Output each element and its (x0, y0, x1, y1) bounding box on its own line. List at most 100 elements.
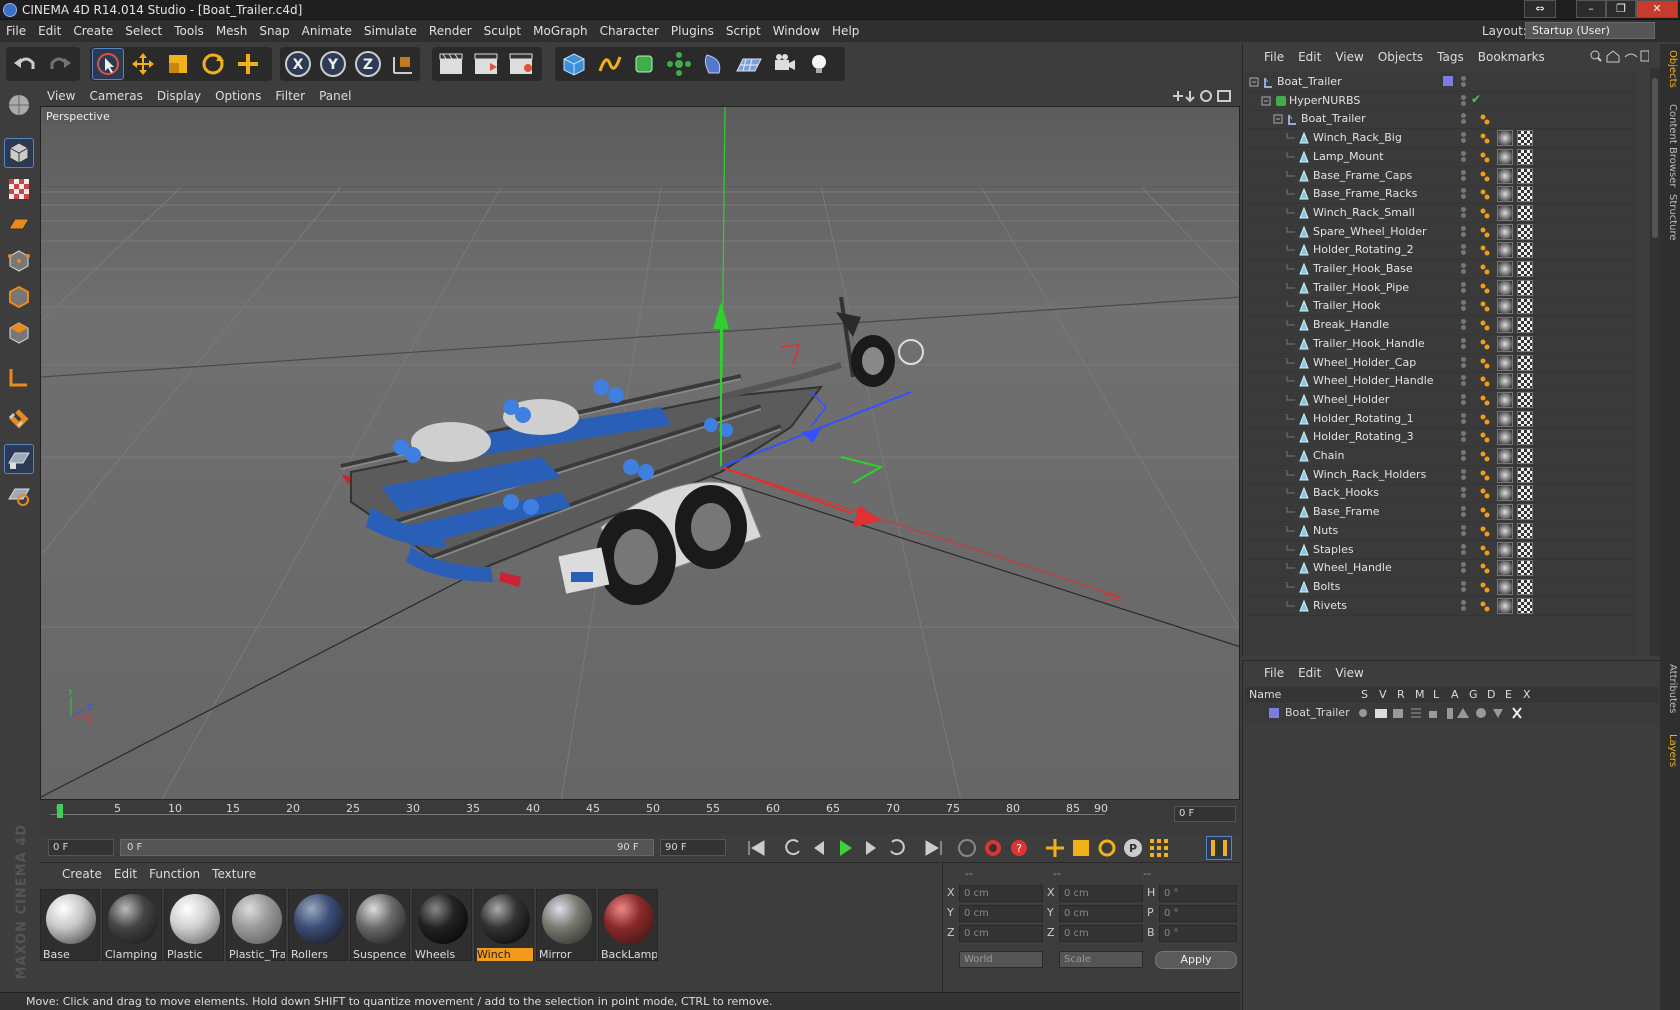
object-name[interactable]: Holder_Rotating_3 (1313, 430, 1414, 443)
object-tree-scrollbar[interactable] (1650, 68, 1660, 656)
object-tree-row[interactable]: Boat_Trailer (1245, 109, 1637, 130)
render-settings-icon[interactable] (505, 48, 537, 80)
object-name[interactable]: Rivets (1313, 599, 1347, 612)
camera-object-icon[interactable] (768, 48, 800, 80)
next-key-icon[interactable] (884, 837, 910, 859)
object-tree-row[interactable]: Wheel_Holder_Cap (1245, 353, 1637, 373)
object-name[interactable]: Boat_Trailer (1301, 112, 1366, 125)
object-name[interactable]: Trailer_Hook_Pipe (1313, 281, 1409, 294)
object-tree-row[interactable]: Wheel_Holder_Handle (1245, 371, 1637, 392)
visibility-dots-icon[interactable] (1461, 468, 1467, 481)
timeline[interactable]: 0 5 10 15 20 25 30 35 40 45 50 55 60 65 … (40, 800, 1240, 834)
texture-tag-icon[interactable] (1497, 317, 1513, 334)
object-tree-row[interactable]: Nuts (1245, 521, 1637, 541)
texture-tag-icon[interactable] (1497, 485, 1513, 502)
object-tree-row[interactable]: Wheel_Holder (1245, 390, 1637, 410)
phong-tag-icon[interactable] (1479, 600, 1491, 612)
visibility-dots-icon[interactable] (1461, 76, 1467, 88)
workplane-mode-icon[interactable] (4, 210, 34, 240)
texture-tag-icon[interactable] (1497, 429, 1513, 446)
object-tree[interactable]: Boat_Trailer HyperNURBS ✔ Boat_Trailer Winch… (1245, 72, 1637, 656)
menu-file[interactable]: File (0, 20, 32, 42)
menu-character[interactable]: Character (594, 20, 665, 42)
uvw-tag-icon[interactable] (1517, 410, 1533, 427)
uvw-tag-icon[interactable] (1517, 148, 1533, 165)
uvw-tag-icon[interactable] (1517, 223, 1533, 240)
phong-tag-icon[interactable] (1479, 282, 1491, 294)
spline-pen-icon[interactable] (593, 48, 625, 80)
uvw-tag-icon[interactable] (1517, 335, 1533, 352)
object-tree-row[interactable]: Trailer_Hook (1245, 296, 1637, 317)
visibility-dots-icon[interactable] (1461, 375, 1467, 387)
object-menu-edit[interactable]: Edit (1291, 47, 1328, 67)
size-mode-dropdown[interactable]: Scale (1059, 951, 1143, 968)
phong-tag-icon[interactable] (1479, 525, 1491, 537)
material-menu-function[interactable]: Function (143, 864, 206, 884)
uvw-tag-icon[interactable] (1517, 391, 1533, 408)
start-frame-field[interactable]: 0 F (48, 839, 114, 856)
nurbs-object-icon[interactable] (628, 48, 660, 80)
material-swatch[interactable]: Wheels (412, 889, 472, 961)
object-name[interactable]: Holder_Rotating_2 (1313, 243, 1414, 256)
viewport-menu-view[interactable]: View (40, 86, 82, 106)
material-swatch[interactable]: Rollers (288, 889, 348, 961)
object-name[interactable]: Bolts (1313, 580, 1340, 593)
apply-button[interactable]: Apply (1155, 951, 1237, 969)
visibility-dots-icon[interactable] (1461, 524, 1467, 537)
key-parameter-icon[interactable]: P (1120, 837, 1146, 859)
visibility-dots-icon[interactable] (1461, 562, 1467, 574)
phong-tag-icon[interactable] (1479, 394, 1491, 406)
scrollbar-thumb[interactable] (1652, 78, 1658, 238)
visibility-dots-icon[interactable] (1461, 543, 1467, 556)
array-object-icon[interactable] (663, 48, 695, 80)
texture-tag-icon[interactable] (1497, 298, 1513, 315)
maximize-button[interactable]: ❐ (1606, 0, 1636, 18)
restore-layout-button[interactable]: ⇔ (1524, 0, 1556, 18)
phong-tag-icon[interactable] (1479, 132, 1491, 144)
texture-tag-icon[interactable] (1497, 410, 1513, 427)
menu-snap[interactable]: Snap (253, 20, 295, 42)
object-tree-row[interactable]: Chain (1245, 446, 1637, 466)
visibility-dots-icon[interactable] (1461, 169, 1467, 182)
deformer-icon[interactable] (698, 48, 730, 80)
material-swatch[interactable]: Plastic (164, 889, 224, 961)
key-pla-icon[interactable] (1146, 837, 1172, 859)
menu-mograph[interactable]: MoGraph (527, 20, 594, 42)
material-swatch-active[interactable]: Winch (474, 889, 534, 961)
model-mode-icon[interactable] (4, 138, 34, 168)
axis-mode-icon[interactable] (4, 362, 34, 392)
phong-tag-icon[interactable] (1479, 113, 1491, 125)
visibility-dots-icon[interactable] (1461, 113, 1467, 125)
uvw-tag-icon[interactable] (1517, 261, 1533, 277)
texture-tag-icon[interactable] (1497, 261, 1513, 277)
material-swatch[interactable]: Plastic_Trar (226, 889, 286, 961)
object-name[interactable]: Nuts (1313, 524, 1338, 537)
visibility-dots-icon[interactable] (1461, 281, 1467, 294)
menu-tools[interactable]: Tools (168, 20, 210, 42)
object-tree-row[interactable]: Base_Frame (1245, 502, 1637, 523)
menu-window[interactable]: Window (767, 20, 826, 42)
object-tree-row[interactable]: Break_Handle (1245, 315, 1637, 336)
polygons-mode-icon[interactable] (4, 318, 34, 348)
play-icon[interactable] (832, 837, 858, 859)
light-object-icon[interactable] (803, 48, 835, 80)
menu-select[interactable]: Select (119, 20, 168, 42)
render-view-icon[interactable] (435, 48, 467, 80)
phong-tag-icon[interactable] (1479, 226, 1491, 238)
coordinate-space-dropdown[interactable]: World (959, 951, 1043, 968)
object-name[interactable]: Winch_Rack_Holders (1313, 468, 1426, 481)
texture-tag-icon[interactable] (1497, 597, 1513, 614)
move-icon[interactable] (127, 48, 159, 80)
uvw-tag-icon[interactable] (1517, 504, 1533, 521)
material-swatch[interactable]: BackLamps (598, 889, 658, 961)
phong-tag-icon[interactable] (1479, 170, 1491, 182)
texture-tag-icon[interactable] (1497, 541, 1513, 558)
visibility-dots-icon[interactable] (1461, 431, 1467, 443)
object-tree-row[interactable]: Back_Hooks (1245, 483, 1637, 504)
visibility-dots-icon[interactable] (1461, 300, 1467, 312)
material-menu-edit[interactable]: Edit (108, 864, 143, 884)
uvw-tag-icon[interactable] (1517, 242, 1533, 259)
visibility-dots-icon[interactable] (1461, 412, 1467, 425)
texture-tag-icon[interactable] (1497, 522, 1513, 539)
texture-tag-icon[interactable] (1497, 204, 1513, 221)
